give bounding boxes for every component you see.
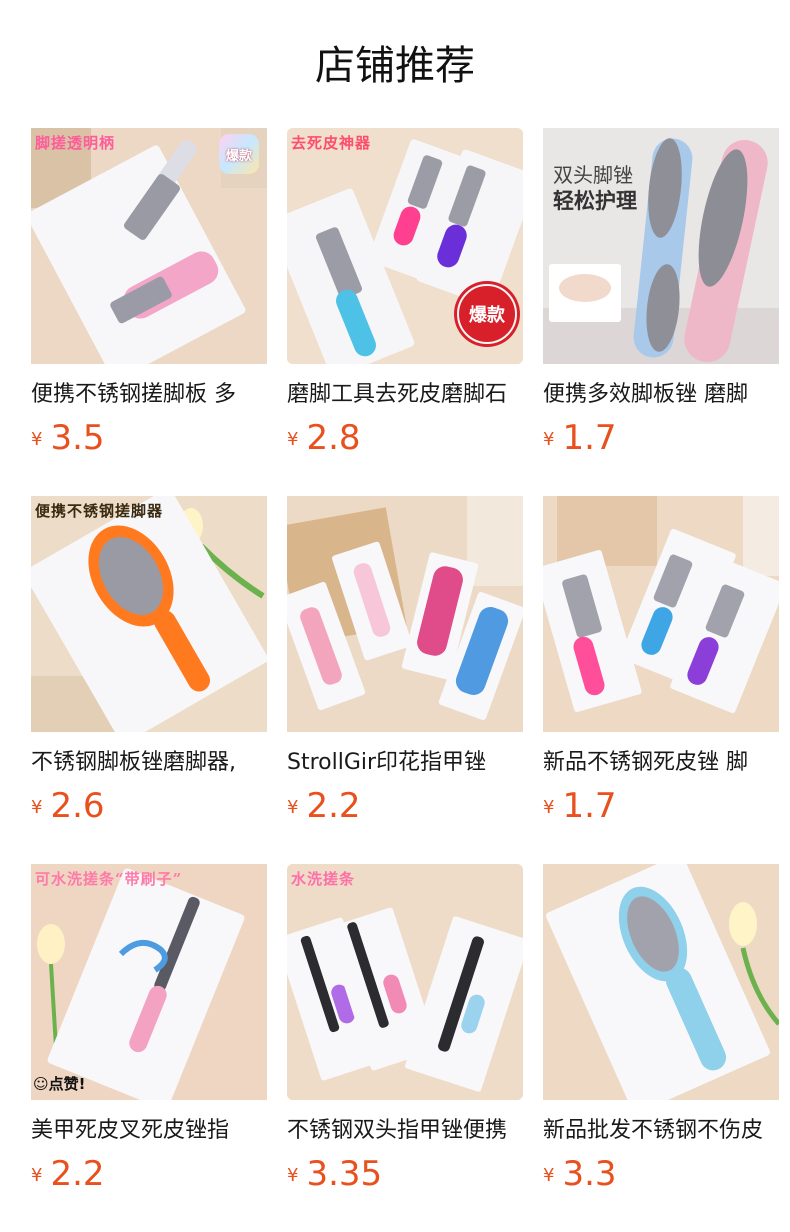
- promo-headline-line-1: 双头脚锉: [553, 163, 633, 187]
- product-card[interactable]: 新品批发不锈钢不伤皮 ¥3.3: [543, 864, 779, 1232]
- product-name[interactable]: 不锈钢双头指甲锉便携: [287, 1116, 523, 1146]
- product-price: ¥2.8: [287, 418, 361, 458]
- promo-headline-line-2: 轻松护理: [553, 189, 637, 213]
- currency-symbol: ¥: [543, 429, 555, 450]
- product-card[interactable]: 可水洗搓条“带刷子” ☺点赞! 美甲死皮叉死皮锉指 ¥2.2: [31, 864, 267, 1232]
- product-image[interactable]: [543, 864, 779, 1100]
- price-value: 3.5: [50, 418, 105, 458]
- product-image[interactable]: 脚搓透明柄 爆款: [31, 128, 267, 364]
- price-value: 3.35: [306, 1154, 383, 1194]
- currency-symbol: ¥: [543, 1165, 555, 1186]
- product-image[interactable]: 水洗搓条: [287, 864, 523, 1100]
- currency-symbol: ¥: [543, 797, 555, 818]
- product-price: ¥3.3: [543, 1154, 617, 1194]
- promo-headline: 双头脚锉 轻松护理: [553, 162, 637, 214]
- product-image[interactable]: [543, 496, 779, 732]
- product-price: ¥2.6: [31, 786, 105, 826]
- product-grid: 脚搓透明柄 爆款 便携不锈钢搓脚板 多 ¥3.5 去死皮神器 爆款 磨脚工具去死…: [31, 128, 790, 1232]
- promo-overlay-text: 水洗搓条: [291, 870, 356, 888]
- promo-overlay-text: 便携不锈钢搓脚器: [35, 502, 164, 520]
- product-card[interactable]: 便携不锈钢搓脚器 不锈钢脚板锉磨脚器, ¥2.6: [31, 496, 267, 864]
- product-name[interactable]: 不锈钢脚板锉磨脚器,: [31, 748, 267, 778]
- price-value: 3.3: [562, 1154, 617, 1194]
- product-image[interactable]: 去死皮神器 爆款: [287, 128, 523, 364]
- product-price: ¥3.5: [31, 418, 105, 458]
- product-image[interactable]: [287, 496, 523, 732]
- hot-badge: 爆款: [219, 134, 259, 174]
- price-value: 2.6: [50, 786, 105, 826]
- like-tag: ☺点赞!: [33, 1073, 85, 1094]
- product-name[interactable]: 新品不锈钢死皮锉 脚: [543, 748, 779, 778]
- product-image[interactable]: 双头脚锉 轻松护理: [543, 128, 779, 364]
- product-price: ¥2.2: [287, 786, 361, 826]
- currency-symbol: ¥: [31, 1165, 43, 1186]
- price-value: 1.7: [562, 786, 617, 826]
- product-card[interactable]: 脚搓透明柄 爆款 便携不锈钢搓脚板 多 ¥3.5: [31, 128, 267, 496]
- currency-symbol: ¥: [287, 797, 299, 818]
- hot-badge: 爆款: [457, 284, 517, 344]
- product-card[interactable]: 双头脚锉 轻松护理 便携多效脚板锉 磨脚 ¥1.7: [543, 128, 779, 496]
- promo-overlay-text: 去死皮神器: [291, 134, 372, 152]
- product-image[interactable]: 便携不锈钢搓脚器: [31, 496, 267, 732]
- currency-symbol: ¥: [31, 797, 43, 818]
- promo-overlay-text: 可水洗搓条“带刷子”: [35, 870, 183, 888]
- currency-symbol: ¥: [287, 1165, 299, 1186]
- product-name[interactable]: 便携多效脚板锉 磨脚: [543, 380, 779, 410]
- product-card[interactable]: StrollGir印花指甲锉 ¥2.2: [287, 496, 523, 864]
- price-value: 1.7: [562, 418, 617, 458]
- product-card[interactable]: 新品不锈钢死皮锉 脚 ¥1.7: [543, 496, 779, 864]
- price-value: 2.2: [306, 786, 361, 826]
- product-name[interactable]: 新品批发不锈钢不伤皮: [543, 1116, 779, 1146]
- product-price: ¥1.7: [543, 786, 617, 826]
- product-price: ¥2.2: [31, 1154, 105, 1194]
- product-price: ¥1.7: [543, 418, 617, 458]
- product-name[interactable]: 磨脚工具去死皮磨脚石: [287, 380, 523, 410]
- page-title: 店铺推荐: [315, 43, 475, 89]
- price-value: 2.2: [50, 1154, 105, 1194]
- currency-symbol: ¥: [287, 429, 299, 450]
- product-price: ¥3.35: [287, 1154, 382, 1194]
- price-value: 2.8: [306, 418, 361, 458]
- product-name[interactable]: 美甲死皮叉死皮锉指: [31, 1116, 267, 1146]
- promo-overlay-text: 脚搓透明柄: [35, 134, 116, 152]
- product-card[interactable]: 水洗搓条 不锈钢双头指甲锉便携 ¥3.35: [287, 864, 523, 1232]
- product-name[interactable]: StrollGir印花指甲锉: [287, 748, 523, 778]
- product-image[interactable]: 可水洗搓条“带刷子” ☺点赞!: [31, 864, 267, 1100]
- like-tag-label: 点赞!: [48, 1075, 86, 1093]
- currency-symbol: ¥: [31, 429, 43, 450]
- product-name[interactable]: 便携不锈钢搓脚板 多: [31, 380, 267, 410]
- thumbs-up-icon: ☺: [33, 1075, 49, 1093]
- product-card[interactable]: 去死皮神器 爆款 磨脚工具去死皮磨脚石 ¥2.8: [287, 128, 523, 496]
